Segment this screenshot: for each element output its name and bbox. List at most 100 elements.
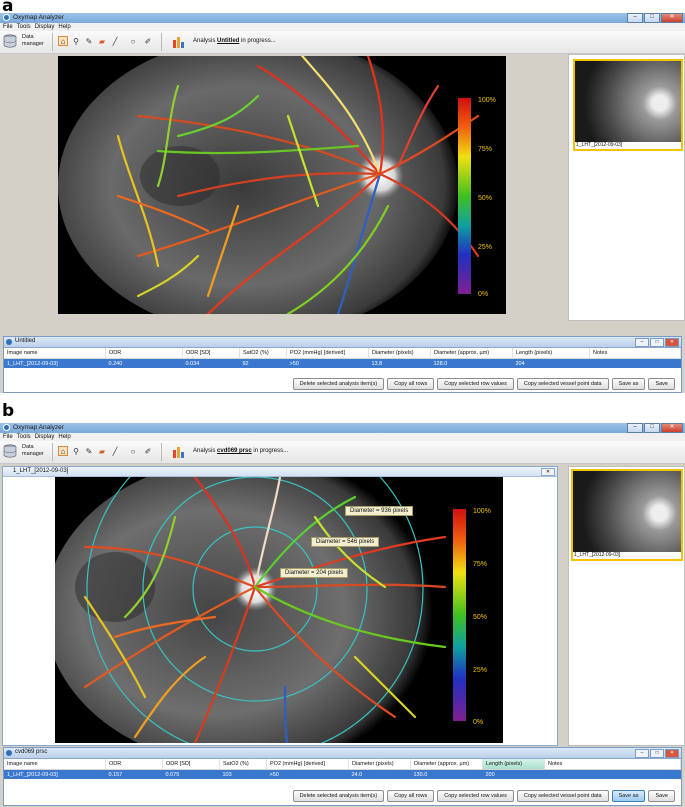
- maximize-icon[interactable]: □: [644, 423, 660, 433]
- close-icon[interactable]: ✕: [661, 13, 683, 23]
- menu-display[interactable]: Display: [35, 433, 55, 441]
- close-icon[interactable]: ✕: [661, 423, 683, 433]
- colorbar: [458, 98, 471, 294]
- copy-selected-row-button[interactable]: Copy selected row values: [437, 790, 514, 802]
- analysis-chart-icon[interactable]: [172, 35, 186, 48]
- copy-all-rows-button[interactable]: Copy all rows: [387, 378, 435, 390]
- menu-help[interactable]: Help: [58, 23, 70, 31]
- database-icon[interactable]: [3, 444, 17, 458]
- minimize-icon[interactable]: –: [635, 749, 649, 758]
- menu-file[interactable]: File: [3, 23, 13, 31]
- eraser-icon[interactable]: ▰: [97, 446, 107, 456]
- column-header[interactable]: PO2 (mmHg) [derived]: [286, 348, 369, 359]
- image-thumbnail[interactable]: 1_LHT_[2012-09-03]: [571, 469, 683, 561]
- menu-help[interactable]: Help: [58, 433, 70, 441]
- database-icon[interactable]: [3, 34, 17, 48]
- table-header: Image name ODR ODR [SD] SatO2 (%) PO2 (m…: [4, 348, 681, 359]
- table-row[interactable]: 1_LHT_[2012-09-03] 0.157 0.075 103 >50 2…: [4, 769, 681, 779]
- menu-file[interactable]: File: [3, 433, 13, 441]
- column-header[interactable]: ODR: [105, 759, 163, 770]
- column-header[interactable]: Diameter (approx. µm): [410, 759, 483, 770]
- column-header[interactable]: Image name: [4, 348, 106, 359]
- copy-vessel-point-data-button[interactable]: Copy selected vessel point data: [516, 790, 609, 802]
- edit-note-icon[interactable]: ✐: [143, 36, 153, 46]
- column-header[interactable]: Notes: [544, 759, 681, 770]
- column-header[interactable]: Diameter (approx. µm): [430, 348, 513, 359]
- thumbnail-panel: 1_LHT_[2012-09-03]: [568, 466, 685, 746]
- select-tool-icon[interactable]: ⌂: [58, 36, 68, 46]
- column-header[interactable]: PO2 (mmHg) [derived]: [266, 759, 349, 770]
- fundus-image[interactable]: 100% 75% 50% 25% 0% Diameter = 936 pixel…: [55, 477, 503, 743]
- minimize-icon[interactable]: –: [627, 423, 643, 433]
- column-header[interactable]: Length (pixels): [512, 348, 590, 359]
- save-button[interactable]: Save: [648, 378, 675, 390]
- table-cell: 200: [482, 769, 545, 779]
- column-header[interactable]: SatO2 (%): [219, 759, 267, 770]
- save-button[interactable]: Save: [648, 790, 675, 802]
- column-header[interactable]: Image name: [4, 759, 106, 770]
- thumbnail-image: [573, 471, 681, 552]
- copy-selected-row-button[interactable]: Copy selected row values: [437, 378, 514, 390]
- table-cell: 0.034: [182, 358, 240, 368]
- line-tool-icon[interactable]: ╱: [110, 446, 120, 456]
- save-as-button[interactable]: Save as: [611, 378, 646, 390]
- table-cell: 24.0: [348, 769, 411, 779]
- close-icon[interactable]: ✕: [665, 749, 679, 758]
- close-icon[interactable]: ✕: [665, 338, 679, 347]
- copy-vessel-point-data-button[interactable]: Copy selected vessel point data: [516, 378, 609, 390]
- colorbar-tick: 25%: [478, 244, 492, 251]
- results-window: Untitled – □ ✕ Image name ODR ODR [SD] S…: [3, 336, 682, 393]
- edit-note-icon[interactable]: ✐: [143, 446, 153, 456]
- analysis-chart-icon[interactable]: [172, 445, 186, 458]
- data-manager-button[interactable]: Data manager: [22, 34, 44, 48]
- maximize-icon[interactable]: □: [650, 749, 664, 758]
- menu-tools[interactable]: Tools: [17, 23, 31, 31]
- menu-tools[interactable]: Tools: [17, 433, 31, 441]
- diameter-callout: Diameter = 546 pixels: [311, 537, 380, 547]
- circle-tool-icon[interactable]: ○: [128, 446, 138, 456]
- zoom-icon[interactable]: ⚲: [71, 446, 81, 456]
- results-title: Untitled: [15, 338, 36, 344]
- delete-selected-button[interactable]: Delete selected analysis item(s): [292, 790, 385, 802]
- maximize-icon[interactable]: □: [644, 13, 660, 23]
- results-window-controls: – □ ✕: [635, 338, 679, 347]
- line-tool-icon[interactable]: ╱: [110, 36, 120, 46]
- table-cell: [544, 769, 681, 779]
- close-icon[interactable]: ✕: [541, 468, 555, 476]
- window-controls: – □ ✕: [627, 13, 683, 23]
- table-row[interactable]: 1_LHT_[2012-09-03] 0.240 0.034 92 >50 13…: [4, 358, 681, 368]
- analysis-suffix: in progress...: [241, 38, 276, 44]
- colorbar-tick: 25%: [473, 667, 487, 674]
- menu-display[interactable]: Display: [35, 23, 55, 31]
- eraser-icon[interactable]: ▰: [97, 36, 107, 46]
- pen-icon[interactable]: ✎: [84, 446, 94, 456]
- minimize-icon[interactable]: –: [635, 338, 649, 347]
- copy-all-rows-button[interactable]: Copy all rows: [387, 790, 435, 802]
- zoom-icon[interactable]: ⚲: [71, 36, 81, 46]
- column-header[interactable]: Diameter (pixels): [348, 759, 411, 770]
- column-header[interactable]: Diameter (pixels): [368, 348, 431, 359]
- delete-selected-button[interactable]: Delete selected analysis item(s): [292, 378, 385, 390]
- fundus-image[interactable]: 100% 75% 50% 25% 0%: [58, 56, 506, 314]
- circle-tool-icon[interactable]: ○: [128, 36, 138, 46]
- image-thumbnail[interactable]: 1_LHT_[2012-09-03]: [573, 59, 683, 151]
- column-header[interactable]: ODR [SD]: [162, 759, 220, 770]
- pen-icon[interactable]: ✎: [84, 36, 94, 46]
- column-header[interactable]: ODR [SD]: [182, 348, 240, 359]
- workspace: 1_LHT_[2012-09-03] ✕ 100% 75% 50% 25% 0%…: [0, 464, 685, 807]
- maximize-icon[interactable]: □: [650, 338, 664, 347]
- column-header-sorted[interactable]: Length (pixels): [482, 759, 545, 770]
- table-cell: 92: [239, 358, 287, 368]
- data-manager-button[interactable]: Data manager: [22, 444, 44, 458]
- data-manager-label-1: Data: [22, 34, 34, 40]
- window-title: Oxymap Analyzer: [13, 424, 64, 431]
- save-as-button[interactable]: Save as: [611, 790, 646, 802]
- select-tool-icon[interactable]: ⌂: [58, 446, 68, 456]
- table-cell: 0.075: [162, 769, 220, 779]
- table-cell: 130.0: [410, 769, 483, 779]
- minimize-icon[interactable]: –: [627, 13, 643, 23]
- column-header[interactable]: Notes: [589, 348, 681, 359]
- column-header[interactable]: ODR: [105, 348, 183, 359]
- column-header[interactable]: SatO2 (%): [239, 348, 287, 359]
- results-window: cvd069 prsc – □ ✕ Image name ODR ODR [SD…: [3, 747, 682, 806]
